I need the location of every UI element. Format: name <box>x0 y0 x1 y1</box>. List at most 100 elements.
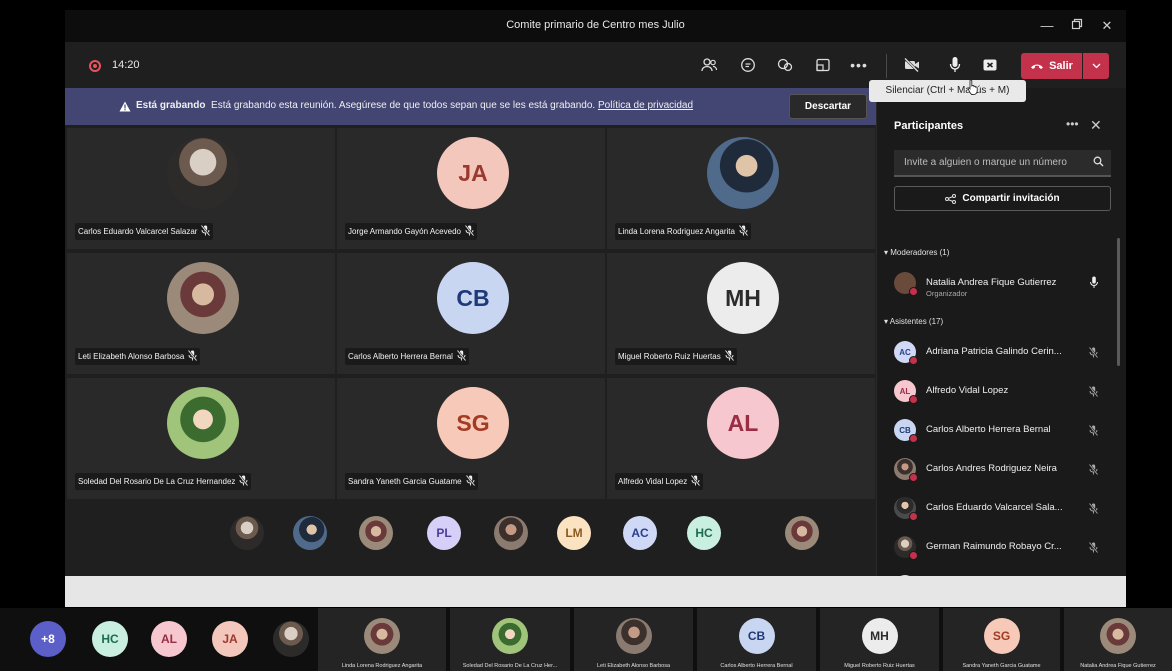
avatar <box>894 272 918 296</box>
member-name: Adriana Patricia Galindo Cerin... <box>926 346 1062 357</box>
avatar: SG <box>983 618 1020 654</box>
mic-off-icon <box>1088 501 1099 519</box>
moderators-section[interactable]: ▾ Moderadores (1) <box>884 248 949 257</box>
attendee-item[interactable]: German Raimundo Robayo Cr... <box>894 536 1104 562</box>
panel-close-icon[interactable]: ✕ <box>1090 117 1102 134</box>
rooms-icon[interactable] <box>810 54 836 76</box>
bottom-participant-strip: +8 HC AL JA Linda Lorena Rodriguez Angarita… <box>0 608 1172 671</box>
avatar[interactable]: HC <box>687 516 721 550</box>
leave-button[interactable]: Salir <box>1021 53 1082 79</box>
attendees-section[interactable]: ▾ Asistentes (17) <box>884 317 943 326</box>
member-name: Alfredo Vidal Lopez <box>926 385 1009 396</box>
avatar[interactable] <box>230 516 264 550</box>
avatar: SG <box>437 387 509 459</box>
panel-more-options-icon[interactable]: ••• <box>1066 117 1079 131</box>
warning-icon <box>119 99 131 117</box>
scrollbar[interactable] <box>1117 238 1120 366</box>
share-invitation-button[interactable]: Compartir invitación <box>894 186 1111 211</box>
participant-thumbnail[interactable]: Linda Lorena Rodriguez Angarita <box>318 608 446 671</box>
hang-up-icon <box>1031 64 1044 69</box>
title-bar: Comite primario de Centro mes Julio — ✕ <box>65 10 1126 42</box>
panel-title: Participantes <box>894 120 964 132</box>
participant-thumbnail[interactable]: SG Sandra Yaneth Garcia Guatame <box>943 608 1060 671</box>
video-tile[interactable]: Leti Elizabeth Alonso Barbosa <box>67 253 335 374</box>
leave-options-chevron-down-icon[interactable] <box>1083 53 1109 79</box>
avatar: MH <box>707 262 779 334</box>
cursor-icon <box>967 79 979 95</box>
video-tile[interactable]: MH Miguel Roberto Ruiz Huertas <box>607 253 875 374</box>
dismiss-button[interactable]: Descartar <box>789 94 867 119</box>
participant-name: Soledad Del Rosario De La Cruz Hernandez <box>78 477 236 486</box>
attendee-item[interactable]: Carlos Andres Rodriguez Neira <box>894 458 1104 484</box>
attendee-item[interactable]: CB Carlos Alberto Herrera Bernal <box>894 419 1104 445</box>
attendees-label: Asistentes (17) <box>889 317 944 326</box>
participant-name: Leti Elizabeth Alonso Barbosa <box>78 352 185 361</box>
participant-thumbnail[interactable]: Natalia Andrea Fique Gutierrez <box>1064 608 1172 671</box>
participants-panel: Participantes ••• ✕ Invite a alguien o m… <box>876 88 1126 599</box>
mic-off-icon <box>456 349 467 363</box>
chat-icon[interactable] <box>735 54 761 76</box>
privacy-policy-link[interactable]: Política de privacidad <box>598 100 693 111</box>
moderator-item[interactable]: Natalia Andrea Fique Gutierrez Organizad… <box>894 272 1104 298</box>
avatar: AL <box>707 387 779 459</box>
toolbar-divider <box>886 54 887 78</box>
participant-thumbnail[interactable]: CB Carlos Alberto Herrera Bernal <box>697 608 816 671</box>
microphone-icon <box>1089 276 1099 294</box>
participant-name-label: Carlos Alberto Herrera Bernal <box>345 348 469 365</box>
avatar[interactable] <box>494 516 528 550</box>
microphone-icon[interactable] <box>942 54 968 76</box>
share-screen-icon[interactable] <box>977 54 1003 76</box>
avatar[interactable]: AC <box>623 516 657 550</box>
participant-thumbnail[interactable]: MH Miguel Roberto Ruiz Huertas <box>820 608 939 671</box>
participant-thumbnail[interactable]: Leti Elizabeth Alonso Barbosa <box>574 608 693 671</box>
avatar[interactable]: LM <box>557 516 591 550</box>
avatar[interactable]: JA <box>212 621 248 657</box>
avatar[interactable] <box>273 621 309 657</box>
video-tile[interactable]: Carlos Eduardo Valcarcel Salazar <box>67 128 335 249</box>
participant-thumbnail[interactable]: Soledad Del Rosario De La Cruz Her... <box>450 608 570 671</box>
search-icon <box>1093 156 1104 170</box>
avatar <box>364 618 400 654</box>
mute-tooltip: Silenciar (Ctrl + Mayús + M) <box>869 80 1026 102</box>
avatar <box>615 618 652 654</box>
more-options-icon[interactable]: ••• <box>846 54 872 76</box>
participant-name-label: Jorge Armando Gayón Acevedo <box>345 223 477 240</box>
window-title: Comite primario de Centro mes Julio <box>506 19 685 31</box>
video-tile[interactable]: CB Carlos Alberto Herrera Bernal <box>337 253 605 374</box>
avatar[interactable] <box>359 516 393 550</box>
avatar <box>167 387 239 459</box>
participant-name-label: Sandra Yaneth Garcia Guatame <box>345 473 478 490</box>
more-participants-badge[interactable]: +8 <box>30 621 66 657</box>
camera-off-icon[interactable] <box>899 54 925 76</box>
share-icon <box>945 193 957 204</box>
participants-icon[interactable] <box>696 54 722 76</box>
avatar[interactable] <box>785 516 819 550</box>
recording-banner-message: Está grabando esta reunión. Asegúrese de… <box>211 100 596 111</box>
member-name: Carlos Eduardo Valcarcel Sala... <box>926 502 1063 513</box>
maximize-icon[interactable] <box>1066 16 1088 36</box>
video-tile[interactable]: Soledad Del Rosario De La Cruz Hernandez <box>67 378 335 499</box>
video-tile[interactable]: JA Jorge Armando Gayón Acevedo <box>337 128 605 249</box>
avatar[interactable]: PL <box>427 516 461 550</box>
attendee-item[interactable]: Carlos Eduardo Valcarcel Sala... <box>894 497 1104 523</box>
thumbnail-name: Natalia Andrea Fique Gutierrez <box>1080 663 1156 669</box>
member-name: Carlos Alberto Herrera Bernal <box>926 424 1051 435</box>
video-tile[interactable]: AL Alfredo Vidal Lopez <box>607 378 875 499</box>
reactions-icon[interactable] <box>772 54 798 76</box>
mic-off-icon <box>201 224 211 238</box>
member-name: Natalia Andrea Fique Gutierrez <box>926 277 1057 288</box>
avatar[interactable]: HC <box>92 621 128 657</box>
close-icon[interactable]: ✕ <box>1096 16 1118 36</box>
attendee-item[interactable]: AC Adriana Patricia Galindo Cerin... <box>894 341 1104 367</box>
video-tile[interactable]: Linda Lorena Rodriguez Angarita <box>607 128 875 249</box>
participant-name: Carlos Alberto Herrera Bernal <box>348 352 453 361</box>
video-tile[interactable]: SG Sandra Yaneth Garcia Guatame <box>337 378 605 499</box>
minimize-icon[interactable]: — <box>1036 16 1058 36</box>
attendee-item[interactable]: AL Alfredo Vidal Lopez <box>894 380 1104 406</box>
meeting-timer: 14:20 <box>112 59 140 71</box>
avatar[interactable] <box>293 516 327 550</box>
invite-input[interactable]: Invite a alguien o marque un número <box>894 150 1111 177</box>
invite-placeholder: Invite a alguien o marque un número <box>904 157 1067 168</box>
avatar[interactable]: AL <box>151 621 187 657</box>
recording-banner-text: Está grabando Está grabando esta reunión… <box>136 100 693 111</box>
